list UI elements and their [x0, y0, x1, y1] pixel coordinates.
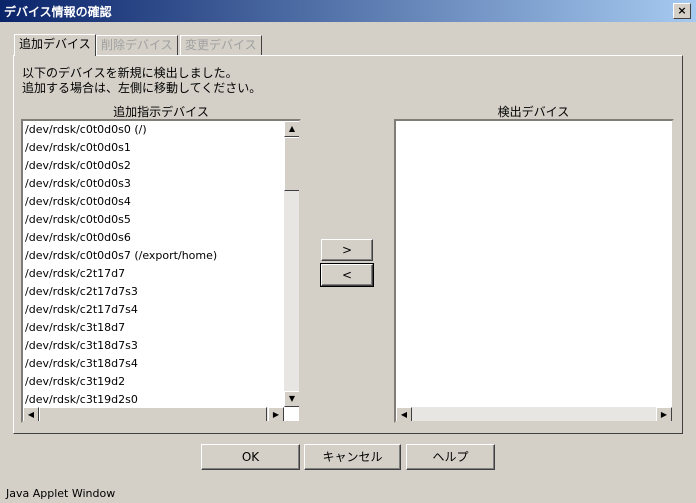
list-item[interactable]: /dev/rdsk/c3t19d2 [25, 373, 125, 391]
right-horizontal-scrollbar[interactable]: ◀ ▶ [396, 407, 672, 421]
applet-status: Java Applet Window [6, 487, 116, 500]
window-title: デバイス情報の確認 [4, 5, 112, 19]
list-item[interactable]: /dev/rdsk/c0t0d0s2 [25, 157, 131, 175]
left-list-label: 追加指示デバイス [113, 105, 209, 119]
list-item[interactable]: /dev/rdsk/c0t0d0s7 (/export/home) [25, 247, 217, 265]
right-device-list[interactable]: ◀ ▶ [394, 119, 674, 423]
list-item[interactable]: /dev/rdsk/c2t17d7s3 [25, 283, 138, 301]
message-line-2: 追加する場合は、左側に移動してください。 [22, 81, 262, 95]
list-item[interactable]: /dev/rdsk/c3t18d7 [25, 319, 125, 337]
tab-delete-devices: 削除デバイス [96, 35, 178, 55]
list-item[interactable]: /dev/rdsk/c2t17d7s4 [25, 301, 138, 319]
scroll-left-arrow-icon[interactable]: ◀ [396, 407, 412, 421]
help-button[interactable]: ヘルプ [406, 444, 495, 470]
scroll-left-arrow-icon[interactable]: ◀ [23, 407, 39, 421]
cancel-button[interactable]: キャンセル [304, 444, 401, 470]
title-bar: デバイス情報の確認 × [0, 0, 696, 22]
scroll-right-arrow-icon[interactable]: ▶ [268, 407, 284, 421]
left-horizontal-scrollbar[interactable]: ◀ ▶ [23, 407, 284, 421]
tab-add-devices[interactable]: 追加デバイス [14, 34, 96, 56]
list-item[interactable]: /dev/rdsk/c0t0d0s6 [25, 229, 131, 247]
left-hscroll-thumb[interactable] [39, 407, 267, 421]
right-list-label: 検出デバイス [497, 105, 570, 119]
list-item[interactable]: /dev/rdsk/c2t17d7 [25, 265, 125, 283]
move-left-button[interactable]: < [320, 263, 374, 287]
list-item[interactable]: /dev/rdsk/c0t0d0s5 [25, 211, 131, 229]
scroll-right-arrow-icon[interactable]: ▶ [656, 407, 672, 421]
list-item[interactable]: /dev/rdsk/c0t0d0s1 [25, 139, 131, 157]
list-item[interactable]: /dev/rdsk/c0t0d0s4 [25, 193, 131, 211]
left-device-list[interactable]: /dev/rdsk/c0t0d0s0 (/)/dev/rdsk/c0t0d0s1… [21, 119, 301, 423]
list-item[interactable]: /dev/rdsk/c0t0d0s3 [25, 175, 131, 193]
list-item[interactable]: /dev/rdsk/c0t0d0s0 (/) [25, 121, 147, 139]
scroll-down-arrow-icon[interactable]: ▼ [284, 391, 299, 407]
move-right-button[interactable]: > [321, 239, 373, 261]
left-vscroll-thumb[interactable] [284, 137, 299, 191]
list-item[interactable]: /dev/rdsk/c3t18d7s3 [25, 337, 138, 355]
close-button[interactable]: × [673, 3, 691, 19]
tab-change-devices: 変更デバイス [180, 35, 262, 55]
ok-button[interactable]: OK [201, 444, 300, 470]
scroll-up-arrow-icon[interactable]: ▲ [284, 121, 299, 137]
list-item[interactable]: /dev/rdsk/c3t18d7s4 [25, 355, 138, 373]
left-vertical-scrollbar[interactable]: ▲ ▼ [284, 121, 299, 407]
